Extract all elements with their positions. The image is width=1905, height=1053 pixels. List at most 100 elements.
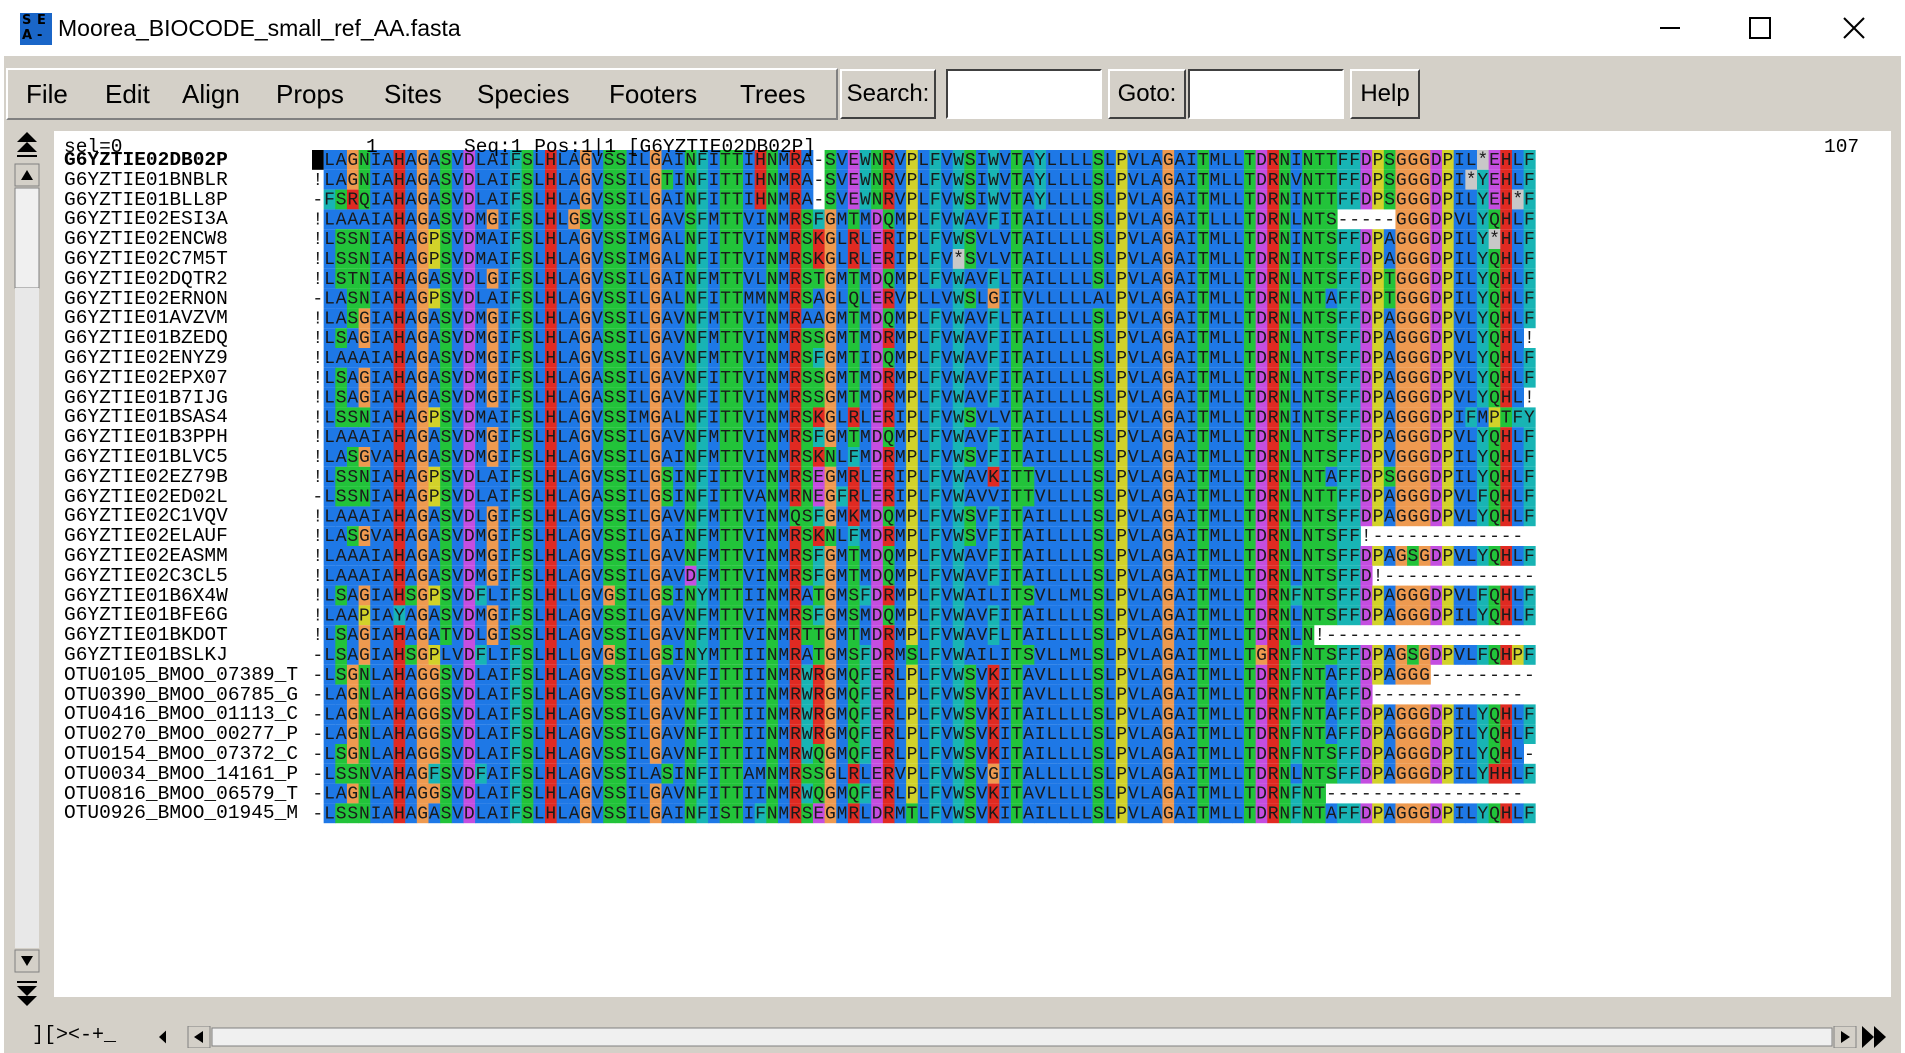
vertical-scroll-track[interactable] <box>15 288 39 948</box>
sequence-row[interactable]: ! L S S N I A H A G P S V D M A I F S L H L A G V S S I M G A L N F I T T V I N… <box>312 229 1536 250</box>
sequence-name[interactable]: G6YZTIE02ELAUF <box>64 525 228 547</box>
sequence-row[interactable]: -LSAGIAHSGPLVDFLIFSLHLLGVGSILGSINYMTTIIN… <box>312 645 1536 666</box>
sequence-row[interactable]: ! L A G N I A H A G A S V D L A I F S L H L A G V S S I L G T I N F I T T I H N… <box>312 169 1536 191</box>
sequence-row[interactable]: ! L A A A I A H A G A S V D M G I F S L H L G S V S S I L G A V S F M T T V I N… <box>312 209 1536 230</box>
sequence-row[interactable]: ! L A A P I A Y A G A S V D M G I F S L H L A G V S S I L G A V N F M T T V I N… <box>312 605 1536 626</box>
menu-edit[interactable]: Edit <box>105 79 150 110</box>
minimize-button[interactable] <box>1640 8 1700 48</box>
sequence-row[interactable]: -LSGNLAHAGGSVDLAIFSLHLAGVSSILGAVNFITTIIN… <box>312 664 1535 686</box>
sequence-row[interactable]: ! L A S G V A H A G A S V D M G I F S L H L A G V S S I L G A I N F M T T V I N… <box>312 526 1523 547</box>
menu-footers[interactable]: Footers <box>609 79 697 110</box>
search-input[interactable] <box>946 69 1102 119</box>
sequence-row[interactable]: ! L S A G I A H A G A T V D L G I S S L H L A G V S S I L G A V N F M T T V I N… <box>312 625 1523 646</box>
sequence-name[interactable]: OTU0390_BMOO_06785_G <box>64 684 298 706</box>
maximize-button[interactable] <box>1730 8 1790 48</box>
sequence-name[interactable]: G6YZTIE01BSAS4 <box>64 406 228 428</box>
vertical-scrollbar[interactable] <box>14 128 40 1013</box>
sequence-name[interactable]: G6YZTIE01BNBLR <box>64 169 228 191</box>
sequence-row[interactable]: -LASNIAHAGPSVDLAIFSLHLAGVSSILGALNFITTMMN… <box>312 288 1536 310</box>
alignment-canvas[interactable]: !LAGNIAHAGASVDLAIFSLHLAGVSSILGAINFITTIHN… <box>54 131 1891 997</box>
scroll-left-icon[interactable] <box>187 1026 211 1048</box>
sequence-row[interactable]: ! L S S N I A H A G P S V D M A I F S L H L A G V S S I M G A L N F I T T V I N… <box>312 407 1536 428</box>
sequence-row[interactable]: -LAGNLAHAGGSVDLAIFSLHLAGVSSILGAVNFITTIIN… <box>312 783 1523 805</box>
sequence-name[interactable]: OTU0926_BMOO_01945_M <box>64 802 298 824</box>
sequence-name[interactable]: G6YZTIE02C3CL5 <box>64 565 228 587</box>
svg-text:T: T <box>1326 191 1337 211</box>
sequence-name[interactable]: G6YZTIE02C1VQV <box>64 505 228 527</box>
alignment-pane[interactable]: !LAGNIAHAGASVDLAIFSLHLAGVSSILGAINFITTIHN… <box>54 131 1891 997</box>
vertical-scroll-thumb[interactable] <box>14 187 40 289</box>
sequence-name[interactable]: G6YZTIE01BLL8P <box>64 189 228 211</box>
sequence-row[interactable]: ! L S S N I A H A G P S V D L A I F S L H L A G V S S I L G S I N F I T T V I N… <box>312 466 1536 488</box>
sequence-row[interactable]: ! L A A A I A H A G A S V D M G I F S L H L A G V S S I L G A V N F M T T V I N… <box>312 546 1536 567</box>
sequence-row[interactable]: -FSRQIAHAGASVDLAIFSLHLAGVSSILGAINFITTIHN… <box>312 189 1536 211</box>
sequence-name[interactable]: G6YZTIE01BZEDQ <box>64 327 228 349</box>
sequence-row[interactable]: -LSGNLAHAGGSVDLAIFSLHLAGVSSILGAVNFITTIIN… <box>312 744 1535 765</box>
sequence-row[interactable]: ! L S T N I A H A G A S V D L G I F S L H L A G V S S I L G A I N F M T T V L N… <box>312 268 1536 290</box>
sequence-name[interactable]: G6YZTIE02EPX07 <box>64 367 228 389</box>
sequence-name[interactable]: OTU0816_BMOO_06579_T <box>64 783 298 805</box>
sequence-row[interactable]: ! L A S G I A H A G A S V D M G I F S L H L A G V S S I L G A V N F M T T V I N… <box>312 308 1536 329</box>
horizontal-scrollbar[interactable] <box>166 1026 1891 1048</box>
scroll-to-end-icon[interactable] <box>1862 1026 1886 1048</box>
sequence-name[interactable]: G6YZTIE02EASMM <box>64 545 228 567</box>
horizontal-scroll-thumb[interactable] <box>211 1027 1833 1047</box>
page-down-icon[interactable] <box>14 980 40 1010</box>
sequence-row[interactable]: -LSSNIAHAGASVDLAIFSLHLAGVSSILGAINFISTIFN… <box>312 803 1536 824</box>
scroll-right-icon[interactable] <box>1833 1026 1857 1048</box>
zoom-controls[interactable]: ][><-+_ <box>32 1024 116 1047</box>
svg-text:P: P <box>1373 151 1384 171</box>
sequence-row[interactable]: ! L A S G V A H A G A S V D M G I F S L H L A G V S S I L G A I N F M T T V I N… <box>312 447 1536 468</box>
menu-align[interactable]: Align <box>182 79 240 110</box>
menu-sites[interactable]: Sites <box>384 79 442 110</box>
sequence-row[interactable]: ! L S A G I A H A G A S V D M G I F S L H L A G A S S I L G A V N F I T T V I N… <box>312 367 1536 389</box>
sequence-name[interactable]: G6YZTIE02ESI3A <box>64 208 228 230</box>
menu-species[interactable]: Species <box>477 79 570 110</box>
sequence-name[interactable]: G6YZTIE01AVZVM <box>64 307 228 329</box>
sequence-name[interactable]: G6YZTIE01BSLKJ <box>64 644 228 666</box>
sequence-name[interactable]: G6YZTIE02ENCW8 <box>64 228 228 250</box>
sequence-name[interactable]: OTU0034_BMOO_14161_P <box>64 763 298 785</box>
menu-trees[interactable]: Trees <box>740 79 806 110</box>
sequence-row[interactable]: ! L A A A I A H A G A S V D M G I F S L H L A G V S S I L G A V N F M T T V I N… <box>312 348 1536 369</box>
sequence-name[interactable]: G6YZTIE02ERNON <box>64 288 228 310</box>
scroll-up-icon[interactable] <box>14 163 40 187</box>
sequence-name[interactable]: G6YZTIE01BLVC5 <box>64 446 228 468</box>
sequence-row[interactable]: -LAGNLAHAGGSVDLAIFSLHLAGVSSILGAVNFITTIIN… <box>312 724 1536 745</box>
sequence-name[interactable]: G6YZTIE02ENYZ9 <box>64 347 228 369</box>
sequence-name[interactable]: G6YZTIE01B7IJG <box>64 387 228 409</box>
sequence-row[interactable]: ! L A A A I A H A G A S V D L G I F S L H L A G V S S I L G A V N F M T T V I N… <box>312 506 1536 527</box>
sequence-name[interactable]: OTU0105_BMOO_07389_T <box>64 664 298 686</box>
sequence-row[interactable]: ! L S A G I A H A G A S V D M G I F S L H L A G A S S I L G A V N F I T T V I N… <box>312 387 1535 409</box>
sequence-row[interactable]: -LSSNIAHAGPSVDLAIFSLHLAGASSILGSINFITTVAN… <box>312 486 1536 508</box>
sequence-name[interactable]: OTU0270_BMOO_00277_P <box>64 723 298 745</box>
sequence-name[interactable]: OTU0154_BMOO_07372_C <box>64 743 298 765</box>
scroll-down-icon[interactable] <box>14 949 40 973</box>
sequence-row[interactable]: -LAGNLAHAGGSVDLAIFSLHLAGVSSILGAVNFITTIIN… <box>312 684 1523 706</box>
sequence-name[interactable]: OTU0416_BMOO_01113_C <box>64 703 298 725</box>
sequence-row[interactable]: ! L A A A I A H A G A S V D M G I F S L H L A G V S S I L G A V N F M T T V I N… <box>312 427 1536 448</box>
page-up-icon[interactable] <box>14 128 40 158</box>
menu-props[interactable]: Props <box>276 79 344 110</box>
sequence-name[interactable]: G6YZTIE02DB02P <box>64 149 228 171</box>
help-button[interactable]: Help <box>1350 69 1420 119</box>
svg-text:L: L <box>324 527 335 547</box>
sequence-name[interactable]: G6YZTIE02DQTR2 <box>64 268 228 290</box>
sequence-row[interactable]: -LAGNLAHAGGSVDLAIFSLHLAGVSSILGAVNFITTIIN… <box>312 704 1536 725</box>
sequence-row[interactable]: ! L A A A I A H A G A S V D M G I F S L H L A G V S S I L G A V D F M T T V I N… <box>312 565 1535 587</box>
goto-input[interactable] <box>1188 69 1344 119</box>
sequence-name[interactable]: G6YZTIE02EZ79B <box>64 466 228 488</box>
sequence-name[interactable]: G6YZTIE01B6X4W <box>64 585 228 607</box>
close-button[interactable] <box>1824 8 1884 48</box>
sequence-row[interactable]: ! L S S N I A H A G P S V D M A I F S L H L A G V S S I M G A L N F I T T V I N… <box>312 249 1536 270</box>
sequence-row[interactable]: ! L S A G I A H A G A S V D M G I F S L H L A G A S S I L G A V N F M T T V I N… <box>312 328 1535 349</box>
sequence-row[interactable]: -LSSNVAHAGFSVDFAIFSLHLAGVSSILASINFITTAMN… <box>312 763 1536 785</box>
sequence-name[interactable]: G6YZTIE02ED02L <box>64 486 228 508</box>
sequence-row[interactable]: ! L S A G I A H S G P S V D F L I F S L H L L G V G S I L G S I N Y M T T I I N… <box>312 585 1536 607</box>
sequence-name[interactable]: G6YZTIE02C7M5T <box>64 248 228 270</box>
svg-text:G: G <box>1419 329 1430 349</box>
sequence-name[interactable]: G6YZTIE01BFE6G <box>64 604 228 626</box>
menu-file[interactable]: File <box>26 79 68 110</box>
sequence-name[interactable]: G6YZTIE01BKDOT <box>64 624 228 646</box>
sequence-name[interactable]: G6YZTIE01B3PPH <box>64 426 228 448</box>
